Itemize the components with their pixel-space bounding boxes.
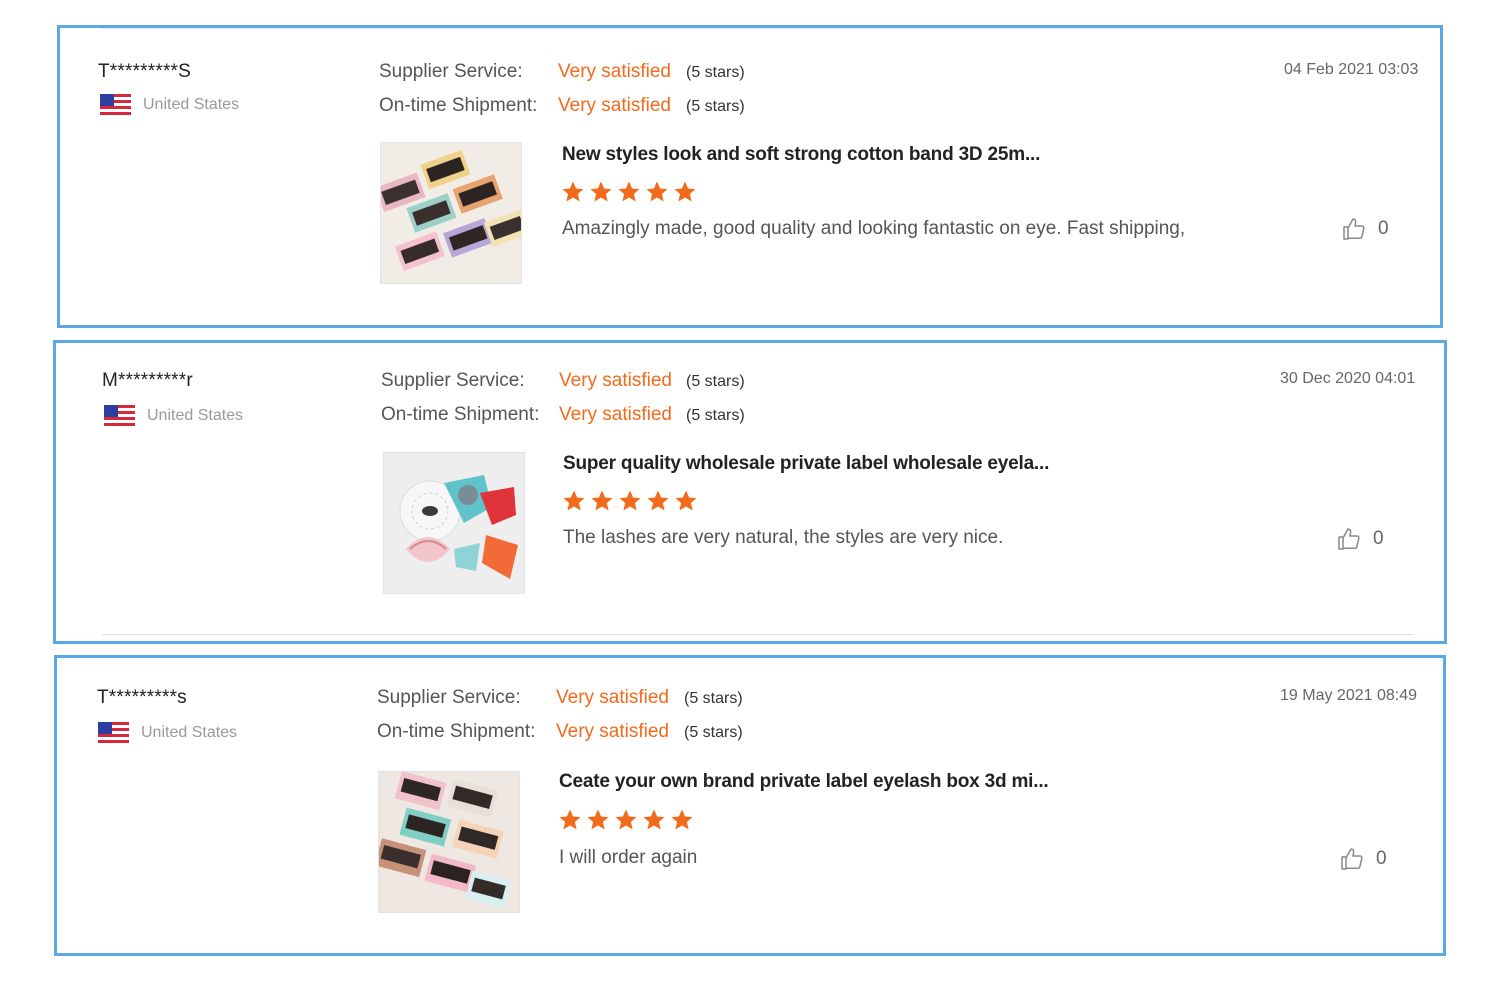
country-name: United States bbox=[143, 95, 240, 113]
reviewer-country: United States bbox=[98, 722, 237, 743]
star-rating bbox=[561, 180, 697, 204]
ontime-shipment-rating: Very satisfied bbox=[559, 404, 672, 425]
reviewer-name: T*********S bbox=[98, 61, 192, 82]
supplier-service-stars: (5 stars) bbox=[686, 373, 745, 390]
star-icon bbox=[615, 809, 637, 830]
review-comment: I will order again bbox=[559, 847, 698, 868]
like-count: 0 bbox=[1373, 528, 1384, 549]
star-icon bbox=[674, 181, 696, 202]
product-thumbnail[interactable] bbox=[380, 142, 522, 284]
like-button[interactable]: 0 bbox=[1340, 847, 1387, 871]
review-card: M*********r United States Supplier Servi… bbox=[53, 340, 1447, 644]
product-title-link[interactable]: Super quality wholesale private label wh… bbox=[563, 453, 1049, 475]
star-icon bbox=[647, 490, 669, 511]
like-button[interactable]: 0 bbox=[1342, 217, 1389, 241]
star-icon bbox=[591, 490, 613, 511]
reviewer-name: T*********s bbox=[97, 687, 187, 708]
review-comment: The lashes are very natural, the styles … bbox=[563, 527, 1004, 548]
ontime-shipment-label: On-time Shipment: bbox=[381, 404, 540, 425]
product-thumbnail[interactable] bbox=[383, 452, 525, 594]
ontime-shipment-rating: Very satisfied bbox=[556, 721, 669, 742]
star-icon bbox=[675, 490, 697, 511]
product-thumbnail[interactable] bbox=[378, 771, 520, 913]
like-count: 0 bbox=[1376, 848, 1387, 869]
supplier-service-rating: Very satisfied bbox=[556, 687, 669, 708]
review-date: 04 Feb 2021 03:03 bbox=[1284, 61, 1419, 78]
star-rating bbox=[558, 808, 694, 832]
star-icon bbox=[562, 181, 584, 202]
thumbs-up-icon bbox=[1343, 218, 1365, 240]
star-icon bbox=[618, 181, 640, 202]
star-rating bbox=[562, 489, 698, 513]
country-name: United States bbox=[147, 406, 244, 424]
supplier-service-label: Supplier Service: bbox=[379, 61, 523, 82]
product-title-link[interactable]: New styles look and soft strong cotton b… bbox=[562, 144, 1040, 166]
star-icon bbox=[563, 490, 585, 511]
review-comment: Amazingly made, good quality and looking… bbox=[562, 218, 1186, 239]
thumbs-up-icon bbox=[1338, 528, 1360, 550]
reviewer-name: M*********r bbox=[102, 370, 193, 391]
star-icon bbox=[643, 809, 665, 830]
star-icon bbox=[646, 181, 668, 202]
supplier-service-label: Supplier Service: bbox=[381, 370, 525, 391]
star-icon bbox=[619, 490, 641, 511]
reviewer-country: United States bbox=[100, 94, 239, 115]
divider bbox=[100, 28, 1400, 29]
ontime-shipment-rating: Very satisfied bbox=[558, 95, 671, 116]
supplier-service-rating: Very satisfied bbox=[558, 61, 671, 82]
divider bbox=[102, 634, 1414, 635]
review-date: 30 Dec 2020 04:01 bbox=[1280, 370, 1416, 387]
supplier-service-stars: (5 stars) bbox=[684, 690, 743, 707]
review-card: T*********S United States Supplier Servi… bbox=[57, 25, 1443, 328]
star-icon bbox=[559, 809, 581, 830]
supplier-service-stars: (5 stars) bbox=[686, 64, 745, 81]
review-card: T*********s United States Supplier Servi… bbox=[54, 655, 1446, 956]
us-flag-icon bbox=[98, 722, 129, 743]
supplier-service-label: Supplier Service: bbox=[377, 687, 521, 708]
us-flag-icon bbox=[100, 94, 131, 115]
like-count: 0 bbox=[1378, 218, 1389, 239]
ontime-shipment-stars: (5 stars) bbox=[684, 724, 743, 741]
review-date: 19 May 2021 08:49 bbox=[1280, 687, 1417, 704]
like-button[interactable]: 0 bbox=[1337, 527, 1384, 551]
star-icon bbox=[587, 809, 609, 830]
supplier-service-rating: Very satisfied bbox=[559, 370, 672, 391]
star-icon bbox=[671, 809, 693, 830]
country-name: United States bbox=[141, 723, 238, 741]
reviewer-country: United States bbox=[104, 405, 243, 426]
ontime-shipment-label: On-time Shipment: bbox=[379, 95, 538, 116]
star-icon bbox=[590, 181, 612, 202]
product-title-link[interactable]: Ceate your own brand private label eyela… bbox=[559, 771, 1049, 793]
thumbs-up-icon bbox=[1341, 848, 1363, 870]
ontime-shipment-stars: (5 stars) bbox=[686, 407, 745, 424]
ontime-shipment-label: On-time Shipment: bbox=[377, 721, 536, 742]
ontime-shipment-stars: (5 stars) bbox=[686, 98, 745, 115]
us-flag-icon bbox=[104, 405, 135, 426]
